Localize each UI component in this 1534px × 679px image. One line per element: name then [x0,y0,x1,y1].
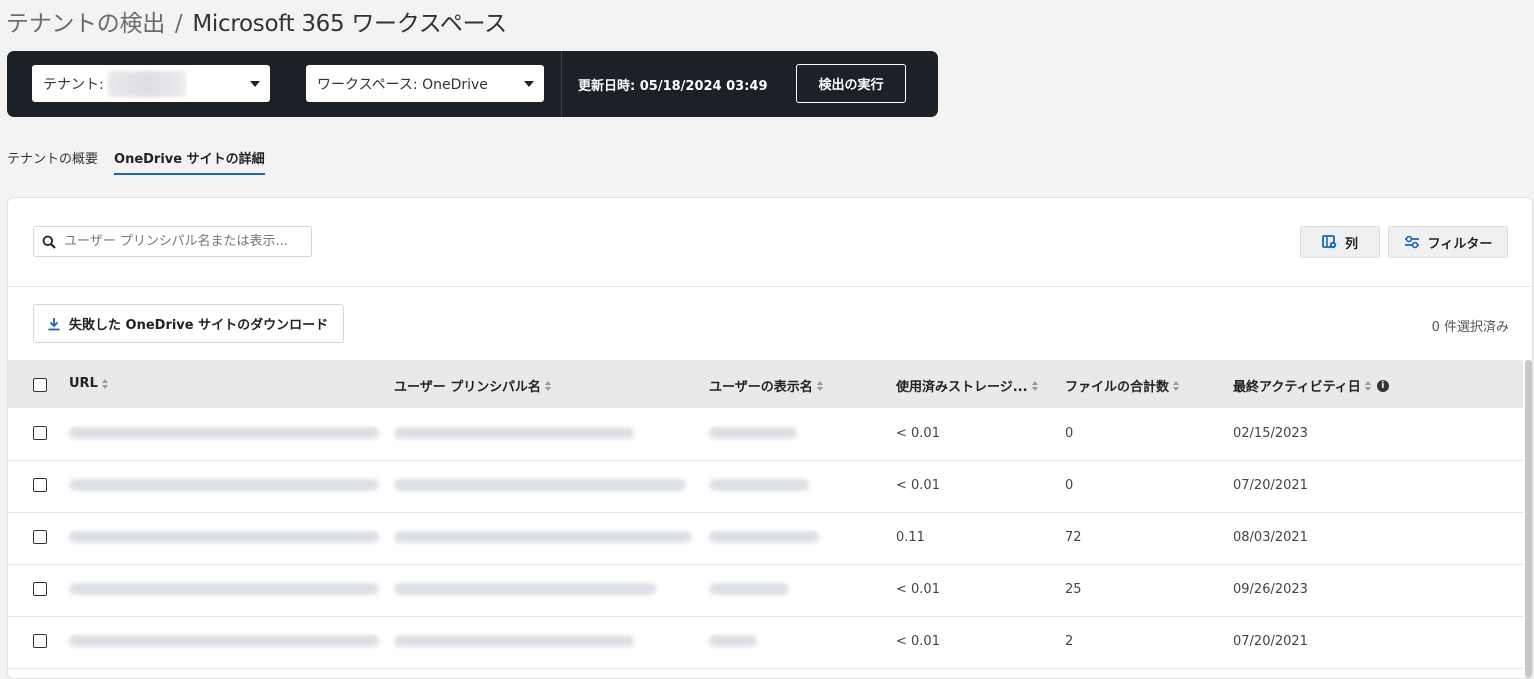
discovery-toolbar: テナント: ワークスペース: OneDrive 更新日時: 05/18/2024… [7,51,938,117]
download-button-label: 失敗した OneDrive サイトのダウンロード [69,318,329,333]
file-count-cell: 72 [1065,530,1082,545]
column-label: ユーザーの表示名 [709,380,813,395]
run-discovery-button[interactable]: 検出の実行 [796,64,906,103]
search-icon [42,235,56,249]
url-redacted [69,635,379,647]
column-label: ユーザー プリンシパル名 [394,380,541,395]
column-label: URL [69,376,98,391]
upn-redacted [394,427,634,439]
sort-icon [816,380,823,391]
columns-button[interactable]: 列 [1300,226,1380,258]
table-header: URL ユーザー プリンシパル名 ユーザーの表示名 使用済みストレージ... フ… [8,360,1523,408]
table-row[interactable]: < 0.01 25 09/26/2023 [8,564,1523,617]
breadcrumb: テナントの検出 / Microsoft 365 ワークスペース [6,4,507,38]
row-checkbox[interactable] [33,426,47,440]
column-header-display-name[interactable]: ユーザーの表示名 [709,376,823,395]
tenant-select-label: テナント: [43,76,104,93]
caret-down-icon [524,81,534,87]
download-failed-sites-button[interactable]: 失敗した OneDrive サイトのダウンロード [33,304,344,343]
url-redacted [69,427,379,439]
upn-redacted [394,635,634,647]
search-input[interactable] [62,233,306,250]
display-name-redacted [709,479,809,491]
sort-icon [1031,380,1038,391]
filter-button[interactable]: フィルター [1388,226,1508,258]
file-count-cell: 25 [1065,582,1082,597]
display-name-redacted [709,583,789,595]
storage-cell: < 0.01 [896,478,940,493]
file-count-cell: 0 [1065,426,1074,441]
toolbar-divider [561,51,562,117]
table-scrollbar[interactable] [1525,360,1532,678]
last-activity-cell: 02/15/2023 [1233,426,1308,441]
storage-cell: < 0.01 [896,634,940,649]
upn-redacted [394,583,656,595]
sort-icon [544,380,551,391]
tenant-select[interactable]: テナント: [32,65,270,102]
tenant-name-redacted [107,70,186,97]
storage-cell: < 0.01 [896,426,940,441]
url-redacted [69,531,379,543]
search-box[interactable] [33,226,312,257]
section-divider [8,286,1532,287]
display-name-redacted [709,635,757,647]
display-name-redacted [709,427,797,439]
tab-bar: テナントの概要 OneDrive サイトの詳細 [7,148,281,175]
tab-tenant-overview[interactable]: テナントの概要 [7,148,98,175]
selected-count: 0 件選択済み [1431,320,1509,335]
columns-icon [1322,235,1337,249]
table-row[interactable]: < 0.01 0 02/15/2023 [8,408,1523,461]
last-activity-cell: 09/26/2023 [1233,582,1308,597]
column-header-last-activity[interactable]: 最終アクティビティ日 i [1233,376,1389,395]
column-label: 最終アクティビティ日 [1233,380,1361,395]
filter-icon [1404,235,1419,249]
select-all-checkbox[interactable] [33,378,47,392]
column-header-storage[interactable]: 使用済みストレージ... [896,376,1038,395]
last-activity-cell: 07/20/2021 [1233,634,1308,649]
sort-icon [1364,380,1371,391]
row-checkbox[interactable] [33,530,47,544]
onedrive-sites-panel: 列 フィルター 失敗した OneDrive サイトのダウンロード 0 件選択済み… [7,197,1533,679]
file-count-cell: 0 [1065,478,1074,493]
download-icon [48,317,60,330]
storage-cell: < 0.01 [896,582,940,597]
row-checkbox[interactable] [33,634,47,648]
page-title: Microsoft 365 ワークスペース [192,11,507,37]
filter-button-label: フィルター [1427,236,1493,252]
last-activity-cell: 08/03/2021 [1233,530,1308,545]
storage-cell: 0.11 [896,530,925,545]
workspace-select-label: ワークスペース: OneDrive [317,76,488,93]
column-header-url[interactable]: URL [69,376,108,391]
tab-onedrive-site-details[interactable]: OneDrive サイトの詳細 [114,148,265,175]
upn-redacted [394,479,686,491]
table-row[interactable]: 0.11 72 08/03/2021 [8,512,1523,565]
file-count-cell: 2 [1065,634,1074,649]
url-redacted [69,583,379,595]
table-row[interactable]: < 0.01 2 07/20/2021 [8,616,1523,669]
sort-icon [101,378,108,389]
workspace-select[interactable]: ワークスペース: OneDrive [306,65,544,102]
caret-down-icon [250,81,260,87]
column-header-file-count[interactable]: ファイルの合計数 [1065,376,1180,395]
column-header-upn[interactable]: ユーザー プリンシパル名 [394,376,551,395]
last-updated-text: 更新日時: 05/18/2024 03:49 [578,79,768,94]
breadcrumb-parent[interactable]: テナントの検出 [6,11,165,37]
url-redacted [69,479,379,491]
sort-icon [1173,380,1180,391]
breadcrumb-separator: / [174,11,183,37]
columns-button-label: 列 [1344,236,1358,252]
upn-redacted [394,531,692,543]
row-checkbox[interactable] [33,478,47,492]
column-label: 使用済みストレージ... [896,380,1028,395]
info-icon[interactable]: i [1376,379,1389,392]
row-checkbox[interactable] [33,582,47,596]
display-name-redacted [709,531,819,543]
column-label: ファイルの合計数 [1065,380,1170,395]
table-row[interactable]: < 0.01 0 07/20/2021 [8,460,1523,513]
last-activity-cell: 07/20/2021 [1233,478,1308,493]
